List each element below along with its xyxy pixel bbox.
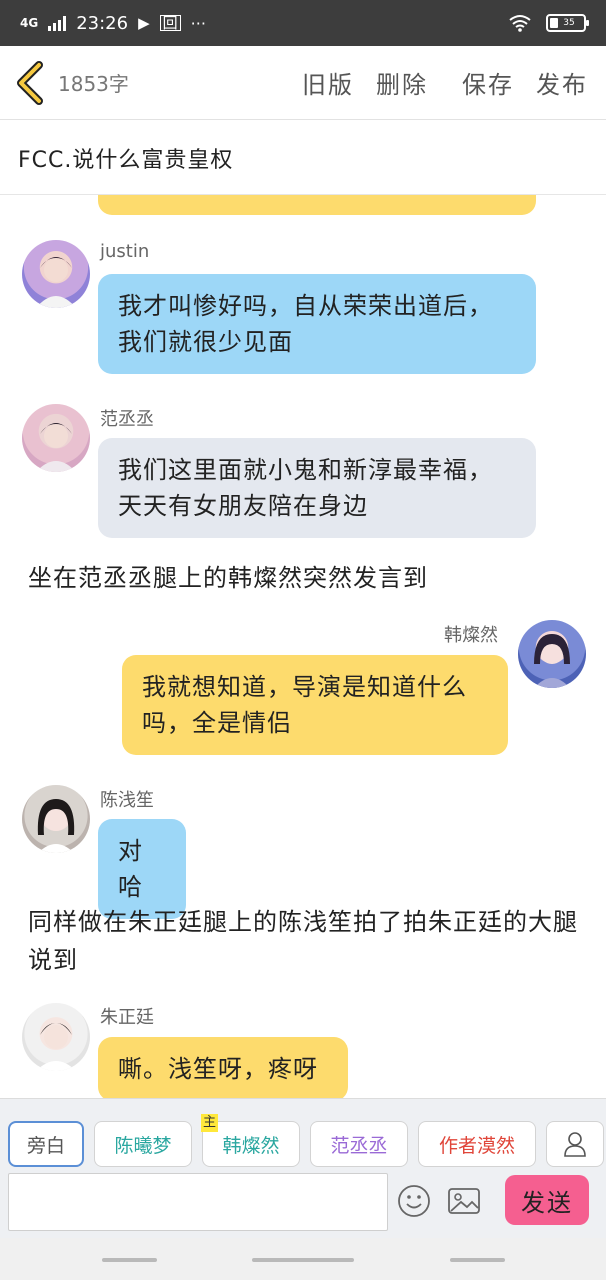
nav-home-button[interactable] xyxy=(252,1258,354,1262)
role-label: 旁白 xyxy=(26,1134,65,1157)
sender-name: 韩燦然 xyxy=(444,625,498,646)
role-label: 作者漠然 xyxy=(438,1134,515,1157)
back-chevron-icon xyxy=(17,60,43,105)
image-icon xyxy=(448,1188,480,1214)
publish-button[interactable]: 发布 xyxy=(536,65,588,100)
save-button[interactable]: 保存 xyxy=(462,65,514,100)
back-button[interactable] xyxy=(4,46,56,120)
message-bubble[interactable]: 嘶。浅笙呀，疼呀 xyxy=(98,1037,348,1098)
avatar[interactable] xyxy=(22,404,90,472)
message-bubble[interactable]: 我们这里面就小鬼和新淳最幸福，天天有女朋友陪在身边 xyxy=(98,438,536,538)
role-fan-chengcheng[interactable]: 范丞丞 xyxy=(310,1121,408,1167)
image-button[interactable] xyxy=(444,1181,484,1221)
role-author[interactable]: 作者漠然 xyxy=(418,1121,536,1167)
role-label: 韩燦然 xyxy=(222,1134,280,1157)
sender-name: justin xyxy=(100,241,150,262)
delete-button[interactable]: 删除 xyxy=(376,65,428,100)
main-role-badge: 主 xyxy=(201,1114,219,1132)
user-icon xyxy=(564,1132,586,1157)
role-narrator[interactable]: 旁白 xyxy=(8,1121,84,1167)
narration-text[interactable]: 坐在范丞丞腿上的韩燦然突然发言到 xyxy=(28,559,588,597)
notification-icon: 回 xyxy=(159,15,181,31)
signal-icon xyxy=(48,15,67,31)
send-button[interactable]: 发送 xyxy=(505,1175,589,1225)
video-icon: ▶ xyxy=(138,14,150,32)
story-title[interactable]: FCC.说什么富贵皇权 xyxy=(0,121,606,195)
network-type: 4G xyxy=(20,16,39,30)
add-role-button[interactable] xyxy=(546,1121,604,1167)
sender-name: 朱正廷 xyxy=(100,1007,154,1028)
sender-name: 范丞丞 xyxy=(100,409,154,430)
chat-area[interactable]: justin 我才叫惨好吗，自从荣荣出道后，我们就很少见面 范丞丞 我们这里面就… xyxy=(0,195,606,1098)
wifi-icon xyxy=(509,15,531,32)
word-count: 1853字 xyxy=(58,72,129,96)
emoji-icon xyxy=(398,1185,430,1217)
compose-panel: 旁白 陈曦梦 主 韩燦然 范丞丞 作者漠然 发送 xyxy=(0,1098,606,1238)
battery-level: 35 xyxy=(563,18,575,28)
role-han-canran[interactable]: 主 韩燦然 xyxy=(201,1114,300,1167)
more-dots-icon: ··· xyxy=(190,13,206,33)
avatar[interactable] xyxy=(22,785,90,853)
nav-back-button[interactable] xyxy=(450,1258,505,1262)
clock: 23:26 xyxy=(76,12,129,34)
status-bar: 4G 23:26 ▶ 回 ··· 35 xyxy=(0,0,606,46)
role-label: 范丞丞 xyxy=(330,1134,388,1157)
narration-text[interactable]: 同样做在朱正廷腿上的陈浅笙拍了拍朱正廷的大腿说到 xyxy=(28,903,588,979)
message-bubble[interactable]: 我就想知道，导演是知道什么吗，全是情侣 xyxy=(122,655,508,755)
nav-menu-button[interactable] xyxy=(102,1258,157,1262)
message-bubble[interactable]: 我才叫惨好吗，自从荣荣出道后，我们就很少见面 xyxy=(98,274,536,374)
avatar[interactable] xyxy=(22,1003,90,1071)
avatar[interactable] xyxy=(518,620,586,688)
emoji-button[interactable] xyxy=(394,1181,434,1221)
editor-header: 1853字 旧版 删除 保存 发布 xyxy=(0,46,606,120)
role-label: 陈曦梦 xyxy=(114,1134,172,1157)
role-selector: 旁白 陈曦梦 主 韩燦然 范丞丞 作者漠然 xyxy=(8,1114,604,1167)
message-bubble-partial[interactable] xyxy=(98,195,536,215)
sender-name: 陈浅笙 xyxy=(100,790,154,811)
battery-icon: 35 xyxy=(546,14,589,32)
system-nav-bar xyxy=(0,1238,606,1280)
old-version-button[interactable]: 旧版 xyxy=(302,65,354,100)
message-input[interactable] xyxy=(8,1173,388,1231)
avatar[interactable] xyxy=(22,240,90,308)
role-chen-ximeng[interactable]: 陈曦梦 xyxy=(94,1121,192,1167)
